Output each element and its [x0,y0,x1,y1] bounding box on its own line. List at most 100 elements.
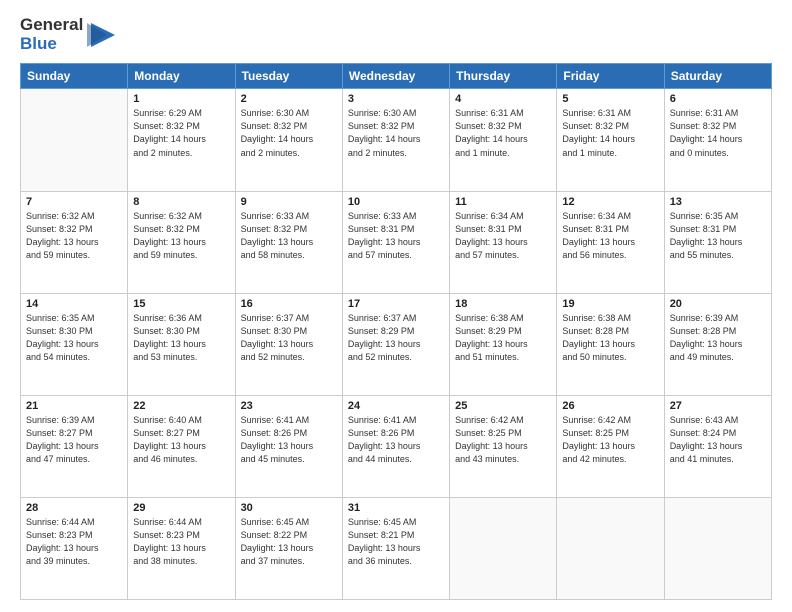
cell-info: Sunrise: 6:34 AM Sunset: 8:31 PM Dayligh… [562,210,658,262]
calendar-cell: 21 Sunrise: 6:39 AM Sunset: 8:27 PM Dayli… [21,395,128,497]
day-number: 20 [670,298,766,310]
cell-info: Sunrise: 6:31 AM Sunset: 8:32 PM Dayligh… [455,107,551,159]
cell-info: Sunrise: 6:39 AM Sunset: 8:28 PM Dayligh… [670,312,766,364]
logo-blue-text: Blue [20,34,57,53]
calendar-cell [557,497,664,599]
col-header-sunday: Sunday [21,64,128,89]
calendar-cell: 8 Sunrise: 6:32 AM Sunset: 8:32 PM Daylig… [128,191,235,293]
day-number: 9 [241,196,337,208]
cell-info: Sunrise: 6:30 AM Sunset: 8:32 PM Dayligh… [348,107,444,159]
header-row: SundayMondayTuesdayWednesdayThursdayFrid… [21,64,772,89]
calendar-cell: 23Sunrise: 6:41 AM Sunset: 8:26 PM Dayli… [235,395,342,497]
calendar-page: General Blue SundayMondayTuesdayWednesda… [0,0,792,612]
cell-info: Sunrise: 6:29 AM Sunset: 8:32 PM Dayligh… [133,107,229,159]
calendar-cell: 30Sunrise: 6:45 AM Sunset: 8:22 PM Dayli… [235,497,342,599]
cell-info: Sunrise: 6:38 AM Sunset: 8:28 PM Dayligh… [562,312,658,364]
col-header-thursday: Thursday [450,64,557,89]
calendar-cell: 3 Sunrise: 6:30 AM Sunset: 8:32 PM Daylig… [342,89,449,191]
col-header-tuesday: Tuesday [235,64,342,89]
cell-info: Sunrise: 6:33 AM Sunset: 8:32 PM Dayligh… [241,210,337,262]
day-number: 29 [133,502,229,514]
day-number: 27 [670,400,766,412]
calendar-cell: 20 Sunrise: 6:39 AM Sunset: 8:28 PM Dayli… [664,293,771,395]
calendar-cell: 17 Sunrise: 6:37 AM Sunset: 8:29 PM Dayli… [342,293,449,395]
col-header-monday: Monday [128,64,235,89]
day-number: 18 [455,298,551,310]
day-number: 6 [670,93,766,105]
calendar-cell: 11 Sunrise: 6:34 AM Sunset: 8:31 PM Dayli… [450,191,557,293]
day-number: 21 [26,400,122,412]
cell-info: Sunrise: 6:33 AM Sunset: 8:31 PM Dayligh… [348,210,444,262]
cell-info: Sunrise: 6:41 AM Sunset: 8:26 PM Dayligh… [241,414,337,466]
cell-info: Sunrise: 6:42 AM Sunset: 8:25 PM Dayligh… [562,414,658,466]
col-header-saturday: Saturday [664,64,771,89]
calendar-cell: 28 Sunrise: 6:44 AM Sunset: 8:23 PM Dayli… [21,497,128,599]
calendar-cell: 26 Sunrise: 6:42 AM Sunset: 8:25 PM Dayli… [557,395,664,497]
calendar-cell: 4 Sunrise: 6:31 AM Sunset: 8:32 PM Daylig… [450,89,557,191]
calendar-cell: 18 Sunrise: 6:38 AM Sunset: 8:29 PM Dayli… [450,293,557,395]
day-number: 17 [348,298,444,310]
cell-info: Sunrise: 6:36 AM Sunset: 8:30 PM Dayligh… [133,312,229,364]
cell-info: Sunrise: 6:39 AM Sunset: 8:27 PM Dayligh… [26,414,122,466]
calendar-cell: 5Sunrise: 6:31 AM Sunset: 8:32 PM Daylig… [557,89,664,191]
day-number: 24 [348,400,444,412]
cell-info: Sunrise: 6:41 AM Sunset: 8:26 PM Dayligh… [348,414,444,466]
week-row-2: 7 Sunrise: 6:32 AM Sunset: 8:32 PM Daylig… [21,191,772,293]
day-number: 25 [455,400,551,412]
cell-info: Sunrise: 6:34 AM Sunset: 8:31 PM Dayligh… [455,210,551,262]
calendar-cell: 22 Sunrise: 6:40 AM Sunset: 8:27 PM Dayli… [128,395,235,497]
cell-info: Sunrise: 6:32 AM Sunset: 8:32 PM Dayligh… [133,210,229,262]
day-number: 14 [26,298,122,310]
calendar-cell: 15Sunrise: 6:36 AM Sunset: 8:30 PM Dayli… [128,293,235,395]
day-number: 12 [562,196,658,208]
week-row-5: 28 Sunrise: 6:44 AM Sunset: 8:23 PM Dayli… [21,497,772,599]
calendar-cell: 25 Sunrise: 6:42 AM Sunset: 8:25 PM Dayli… [450,395,557,497]
day-number: 7 [26,196,122,208]
calendar-cell [450,497,557,599]
calendar-cell: 14Sunrise: 6:35 AM Sunset: 8:30 PM Dayli… [21,293,128,395]
col-header-wednesday: Wednesday [342,64,449,89]
day-number: 31 [348,502,444,514]
cell-info: Sunrise: 6:44 AM Sunset: 8:23 PM Dayligh… [133,516,229,568]
cell-info: Sunrise: 6:42 AM Sunset: 8:25 PM Dayligh… [455,414,551,466]
cell-info: Sunrise: 6:37 AM Sunset: 8:29 PM Dayligh… [348,312,444,364]
col-header-friday: Friday [557,64,664,89]
calendar-cell: 31 Sunrise: 6:45 AM Sunset: 8:21 PM Dayli… [342,497,449,599]
day-number: 11 [455,196,551,208]
week-row-4: 21 Sunrise: 6:39 AM Sunset: 8:27 PM Dayli… [21,395,772,497]
day-number: 8 [133,196,229,208]
calendar-cell: 12 Sunrise: 6:34 AM Sunset: 8:31 PM Dayli… [557,191,664,293]
cell-info: Sunrise: 6:40 AM Sunset: 8:27 PM Dayligh… [133,414,229,466]
day-number: 4 [455,93,551,105]
day-number: 30 [241,502,337,514]
cell-info: Sunrise: 6:45 AM Sunset: 8:21 PM Dayligh… [348,516,444,568]
day-number: 28 [26,502,122,514]
calendar-cell: 16Sunrise: 6:37 AM Sunset: 8:30 PM Dayli… [235,293,342,395]
cell-info: Sunrise: 6:38 AM Sunset: 8:29 PM Dayligh… [455,312,551,364]
day-number: 2 [241,93,337,105]
logo-general-text: General [20,15,83,34]
week-row-3: 14Sunrise: 6:35 AM Sunset: 8:30 PM Dayli… [21,293,772,395]
day-number: 5 [562,93,658,105]
calendar-table: SundayMondayTuesdayWednesdayThursdayFrid… [20,63,772,600]
day-number: 22 [133,400,229,412]
logo-arrow-icon [87,17,117,53]
header: General Blue [20,16,772,53]
calendar-cell: 7 Sunrise: 6:32 AM Sunset: 8:32 PM Daylig… [21,191,128,293]
day-number: 1 [133,93,229,105]
cell-info: Sunrise: 6:32 AM Sunset: 8:32 PM Dayligh… [26,210,122,262]
day-number: 26 [562,400,658,412]
calendar-cell: 24 Sunrise: 6:41 AM Sunset: 8:26 PM Dayli… [342,395,449,497]
calendar-cell: 13Sunrise: 6:35 AM Sunset: 8:31 PM Dayli… [664,191,771,293]
day-number: 3 [348,93,444,105]
cell-info: Sunrise: 6:44 AM Sunset: 8:23 PM Dayligh… [26,516,122,568]
calendar-cell: 27Sunrise: 6:43 AM Sunset: 8:24 PM Dayli… [664,395,771,497]
cell-info: Sunrise: 6:30 AM Sunset: 8:32 PM Dayligh… [241,107,337,159]
logo: General Blue [20,16,117,53]
day-number: 16 [241,298,337,310]
calendar-cell: 29 Sunrise: 6:44 AM Sunset: 8:23 PM Dayli… [128,497,235,599]
calendar-cell: 10Sunrise: 6:33 AM Sunset: 8:31 PM Dayli… [342,191,449,293]
calendar-cell [664,497,771,599]
calendar-cell: 2 Sunrise: 6:30 AM Sunset: 8:32 PM Daylig… [235,89,342,191]
day-number: 19 [562,298,658,310]
